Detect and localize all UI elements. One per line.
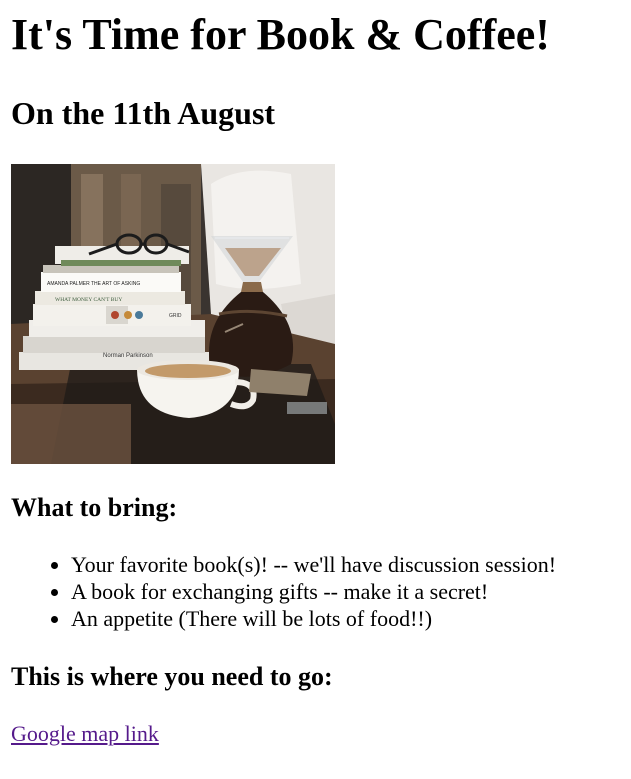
svg-text:Norman Parkinson: Norman Parkinson [103, 353, 153, 359]
svg-text:GRID: GRID [169, 313, 182, 319]
google-map-link[interactable]: Google map link [11, 720, 159, 747]
list-item: An appetite (There will be lots of food!… [71, 605, 556, 632]
what-to-bring-heading: What to bring: [11, 493, 178, 522]
books-and-coffee-photo: Norman Parkinson GRID WHAT MONEY CAN'T B… [11, 164, 335, 464]
bring-list: Your favorite book(s)! -- we'll have dis… [11, 551, 556, 632]
page-title: It's Time for Book & Coffee! [11, 10, 550, 59]
location-heading: This is where you need to go: [11, 662, 333, 691]
svg-text:AMANDA PALMER THE ART OF ASK: AMANDA PALMER THE ART OF ASKING [47, 281, 140, 287]
event-date-heading: On the 11th August [11, 95, 276, 131]
list-item: A book for exchanging gifts -- make it a… [71, 578, 556, 605]
svg-text:WHAT MONEY CAN'T BUY: WHAT MONEY CAN'T BUY [55, 297, 122, 303]
list-item: Your favorite book(s)! -- we'll have dis… [71, 551, 556, 578]
